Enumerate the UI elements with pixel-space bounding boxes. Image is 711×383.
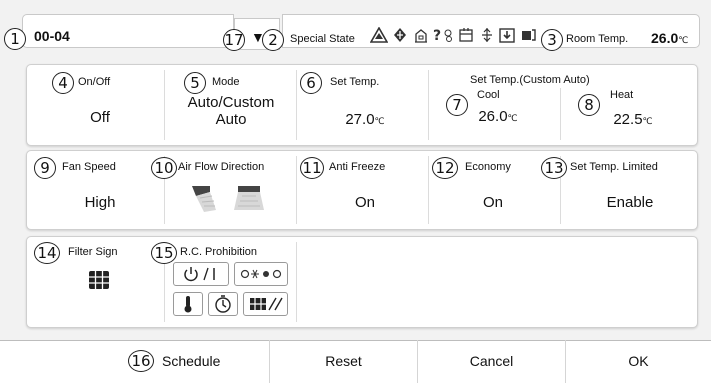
callout-3: 3 <box>541 29 563 51</box>
callout-13: 13 <box>541 157 567 179</box>
air-flow-vertical-icon <box>190 184 224 219</box>
prohibit-mode-button[interactable] <box>234 262 288 286</box>
timer-icon <box>458 27 474 47</box>
prohibit-temp-button[interactable] <box>173 292 203 316</box>
callout-15: 15 <box>151 242 177 264</box>
callout-11: 11 <box>300 157 324 179</box>
set-temp-unit: ℃ <box>374 116 385 126</box>
ok-label: OK <box>628 353 649 369</box>
reset-button[interactable]: Reset <box>270 340 418 383</box>
heat-value: 22.5℃ <box>598 111 668 128</box>
set-temp-number: 27.0 <box>345 111 375 128</box>
anti-freeze-label: Anti Freeze <box>329 161 386 173</box>
defrost-icon <box>392 27 408 47</box>
reset-label: Reset <box>325 353 362 369</box>
callout-8: 8 <box>578 94 600 116</box>
fan-speed-label: Fan Speed <box>62 161 116 173</box>
download-icon <box>499 27 515 47</box>
screen: 00-04 ▼ Special State ? Room Temp. 26.0℃… <box>0 0 711 383</box>
special-state-label: Special State <box>290 33 355 45</box>
set-temp-limited-label: Set Temp. Limited <box>570 161 658 173</box>
cool-value: 26.0℃ <box>463 108 533 125</box>
custom-auto-label: Set Temp.(Custom Auto) <box>470 74 590 86</box>
building-icon <box>413 27 429 47</box>
callout-4: 4 <box>52 72 74 94</box>
divider <box>296 242 297 322</box>
fan-flag-icon <box>520 27 536 47</box>
svg-text:?: ? <box>433 28 441 43</box>
set-temp-label: Set Temp. <box>330 76 380 88</box>
set-temp-limited-value: Enable <box>606 194 654 211</box>
callout-12: 12 <box>432 157 458 179</box>
set-temp-value: 27.0℃ <box>320 111 410 128</box>
ok-button[interactable]: OK <box>566 340 711 383</box>
heat-unit: ℃ <box>642 116 653 126</box>
callout-6: 6 <box>300 72 322 94</box>
question-settings-icon: ? <box>433 27 455 47</box>
unit-name: 00-04 <box>34 28 70 44</box>
callout-14: 14 <box>34 242 60 264</box>
cancel-button[interactable]: Cancel <box>418 340 566 383</box>
air-flow-label: Air Flow Direction <box>178 161 265 173</box>
filter-icon <box>88 270 110 295</box>
schedule-button[interactable]: 16 Schedule <box>0 340 270 383</box>
cool-unit: ℃ <box>507 113 518 123</box>
room-temp-value: 26.0℃ <box>651 30 688 46</box>
economy-value: On <box>482 194 503 211</box>
callout-17: 17 <box>223 29 245 51</box>
callout-2: 2 <box>262 29 284 51</box>
schedule-label: Schedule <box>162 353 221 369</box>
cancel-label: Cancel <box>469 353 514 369</box>
anti-freeze-value: On <box>354 194 375 211</box>
room-temp-number: 26.0 <box>651 30 679 46</box>
callout-5: 5 <box>184 72 206 94</box>
lever-icon <box>479 27 495 47</box>
cool-number: 26.0 <box>478 108 508 125</box>
filter-sign-label: Filter Sign <box>68 246 118 258</box>
onoff-label: On/Off <box>78 76 111 88</box>
air-flow-horizontal-icon <box>232 184 266 219</box>
warning-triangle-icon <box>369 26 389 47</box>
economy-label: Economy <box>465 161 511 173</box>
prohibit-timer-button[interactable] <box>208 292 238 316</box>
prohibit-power-button[interactable] <box>173 262 229 286</box>
cool-label: Cool <box>477 89 500 101</box>
onoff-value: Off <box>90 109 110 126</box>
heat-label: Heat <box>610 89 634 101</box>
heat-number: 22.5 <box>613 111 643 128</box>
fan-speed-value: High <box>84 194 116 211</box>
rc-prohibition-label: R.C. Prohibition <box>180 246 258 258</box>
callout-10: 10 <box>151 157 177 179</box>
room-temp-label: Room Temp. <box>566 33 629 45</box>
prohibit-filter-button[interactable] <box>243 292 288 316</box>
mode-value-line1: Auto/Custom <box>187 94 275 111</box>
room-temp-unit: ℃ <box>678 35 689 45</box>
callout-16: 16 <box>128 350 154 372</box>
mode-label: Mode <box>212 76 240 88</box>
callout-9: 9 <box>34 157 56 179</box>
callout-1: 1 <box>4 28 26 50</box>
mode-value-line2: Auto <box>215 111 247 128</box>
